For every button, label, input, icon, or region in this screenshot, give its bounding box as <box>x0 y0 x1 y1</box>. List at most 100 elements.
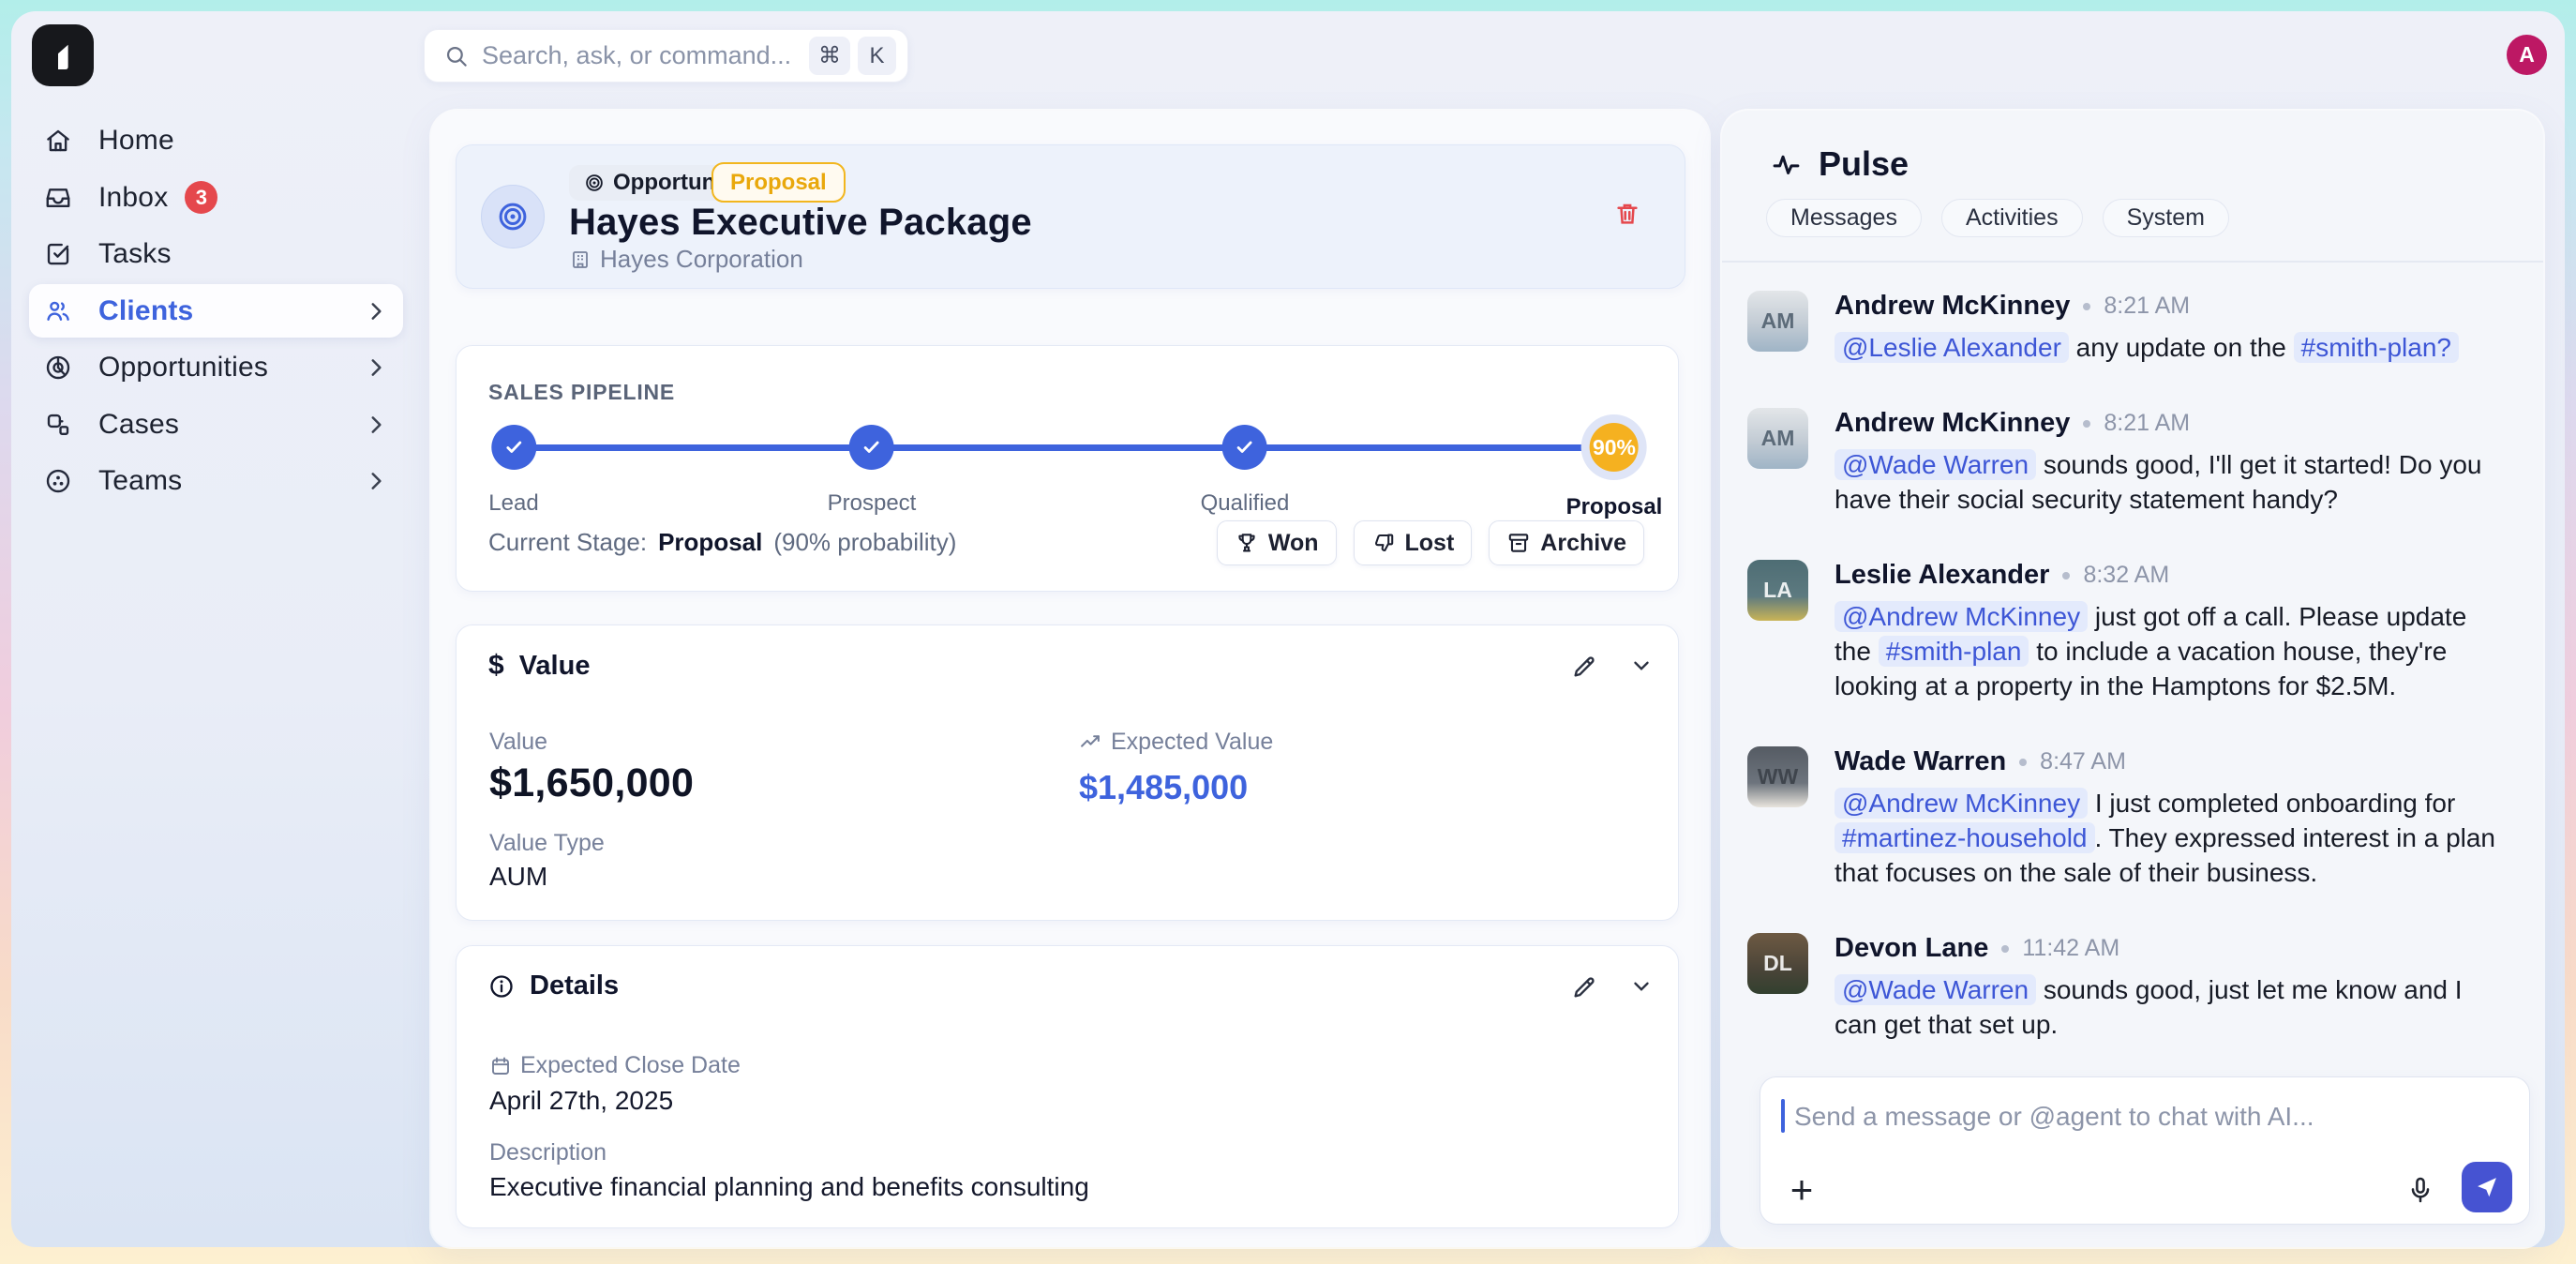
value-type-label: Value Type <box>489 830 605 857</box>
archive-icon <box>1506 531 1531 555</box>
message-author: Wade Warren <box>1835 746 2006 777</box>
building-icon <box>569 248 592 271</box>
message-body: Wade Warren 8:47 AM @Andrew McKinney I jus… <box>1835 746 2506 890</box>
sidebar: Home Inbox3Tasks Clients OpportunitiesCases… <box>0 111 418 511</box>
pulse-title: Pulse <box>1819 144 1909 184</box>
pipeline-stage-prospect[interactable]: Prospect <box>828 425 917 517</box>
dot-separator <box>2062 572 2070 579</box>
message-avatar[interactable]: LA <box>1747 560 1808 621</box>
message-time: 8:47 AM <box>2040 748 2126 775</box>
mention-link[interactable]: @Andrew McKinney <box>1835 601 2088 632</box>
sidebar-item-label: Clients <box>98 295 193 327</box>
search-input[interactable] <box>482 41 801 70</box>
pulse-tab-messages[interactable]: Messages <box>1766 199 1922 237</box>
sidebar-item-inbox[interactable]: Inbox3 <box>29 171 403 224</box>
pulse-divider <box>1722 261 2543 263</box>
mention-link[interactable]: @Leslie Alexander <box>1835 332 2069 363</box>
target-icon <box>584 173 605 193</box>
sidebar-item-home[interactable]: Home <box>29 114 403 168</box>
expected-value-label: Expected Value <box>1079 729 1273 756</box>
message-composer[interactable]: + <box>1760 1076 2530 1225</box>
delete-button[interactable] <box>1613 200 1641 233</box>
opportunities-icon <box>44 353 74 383</box>
hashtag-link[interactable]: #smith-plan <box>1879 636 2029 667</box>
message-item: WW Wade Warren 8:47 AM @Andrew McKinney I j… <box>1747 746 2506 890</box>
value-card: $ Value Value $1,650,000 Expected Value <box>456 624 1679 921</box>
probability-note: (90% probability) <box>773 528 956 557</box>
hashtag-link[interactable]: #smith-plan? <box>2294 332 2459 363</box>
message-author: Leslie Alexander <box>1835 560 2049 591</box>
opportunity-title: Hayes Executive Package <box>569 202 1032 244</box>
stage-check-node <box>491 425 536 470</box>
edit-value-button[interactable] <box>1571 654 1597 680</box>
message-text: @Andrew McKinney I just completed onboar… <box>1835 786 2506 890</box>
cases-icon <box>44 410 74 440</box>
action-label: Archive <box>1540 530 1626 557</box>
sidebar-item-cases[interactable]: Cases <box>29 398 403 451</box>
attach-button[interactable]: + <box>1781 1169 1822 1211</box>
collapse-value-button[interactable] <box>1629 654 1654 680</box>
sidebar-item-teams[interactable]: Teams <box>29 455 403 508</box>
pencil-icon <box>1571 654 1597 680</box>
chevron-right-icon <box>364 299 388 324</box>
value-label: Value <box>489 729 547 756</box>
collapse-details-button[interactable] <box>1629 974 1654 1001</box>
pipeline-stage-lead[interactable]: Lead <box>488 425 538 517</box>
won-button[interactable]: Won <box>1217 520 1337 565</box>
details-card-tools <box>1571 974 1654 1001</box>
send-button[interactable] <box>2462 1162 2512 1212</box>
message-avatar[interactable]: AM <box>1747 291 1808 352</box>
message-item: LALeslie Alexander8:32 AM@Andrew McKinne… <box>1747 560 2506 703</box>
company-row: Hayes Corporation <box>569 245 803 274</box>
search-bar[interactable]: ⌘ K <box>424 29 908 83</box>
details-card-header: Details <box>488 971 619 1001</box>
stage-label: Prospect <box>828 490 917 517</box>
app-logo[interactable] <box>32 24 94 86</box>
current-stage-value: Proposal <box>658 528 762 557</box>
message-author: Andrew McKinney <box>1835 408 2070 439</box>
lost-button[interactable]: Lost <box>1354 520 1473 565</box>
stage-badge[interactable]: Proposal <box>711 162 846 203</box>
current-stage-row: Current Stage: Proposal (90% probability… <box>488 528 956 557</box>
composer-input[interactable] <box>1794 1098 2507 1136</box>
sidebar-item-clients[interactable]: Clients <box>29 284 403 338</box>
message-time: 8:21 AM <box>2104 293 2190 320</box>
trophy-icon <box>1235 531 1259 555</box>
value-card-tools <box>1571 654 1654 680</box>
message-item: DLDevon Lane11:42 AM@Wade Warren sounds … <box>1747 933 2506 1042</box>
message-text-span: I just completed onboarding for <box>2088 789 2455 818</box>
message-avatar[interactable]: WW <box>1747 746 1808 807</box>
sidebar-item-tasks[interactable]: Tasks <box>29 228 403 281</box>
pulse-tab-activities[interactable]: Activities <box>1941 199 2083 237</box>
trend-up-icon <box>1079 730 1102 754</box>
mention-link[interactable]: @Wade Warren <box>1835 974 2036 1005</box>
message-avatar[interactable]: DL <box>1747 933 1808 994</box>
hashtag-link[interactable]: #martinez-household <box>1835 822 2095 853</box>
pulse-header: Pulse <box>1771 144 1909 184</box>
mention-link[interactable]: @Andrew McKinney <box>1835 788 2088 819</box>
message-author: Andrew McKinney <box>1835 291 2070 322</box>
expected-value-amount: $1,485,000 <box>1079 768 1248 807</box>
archive-button[interactable]: Archive <box>1489 520 1644 565</box>
pipeline-stage-qualified[interactable]: Qualified <box>1201 425 1290 517</box>
message-body: Andrew McKinney8:21 AM@Leslie Alexander … <box>1835 291 2506 365</box>
pulse-icon <box>1771 149 1802 180</box>
sidebar-item-label: Home <box>98 125 174 157</box>
pipeline-stage-proposal[interactable]: 90%Proposal <box>1566 423 1663 520</box>
details-card-title: Details <box>530 971 619 1001</box>
chevron-down-icon <box>1629 654 1654 678</box>
user-avatar[interactable]: A <box>2507 35 2547 75</box>
message-text-span: any update on the <box>2069 333 2294 362</box>
main-panel: Opportunity Proposal Hayes Executive Pac… <box>431 111 1709 1247</box>
message-author: Devon Lane <box>1835 933 1988 964</box>
mic-button[interactable] <box>2405 1175 2435 1205</box>
dollar-icon: $ <box>488 650 504 682</box>
mention-link[interactable]: @Wade Warren <box>1835 449 2036 480</box>
message-avatar[interactable]: AM <box>1747 408 1808 469</box>
sidebar-item-opportunities[interactable]: Opportunities <box>29 341 403 395</box>
description-label: Description <box>489 1139 607 1166</box>
sales-pipeline-card: SALES PIPELINE LeadProspectQualified90%P… <box>456 345 1679 592</box>
inbox-unread-badge: 3 <box>185 181 217 214</box>
pulse-tab-system[interactable]: System <box>2103 199 2229 237</box>
edit-details-button[interactable] <box>1571 974 1597 1001</box>
